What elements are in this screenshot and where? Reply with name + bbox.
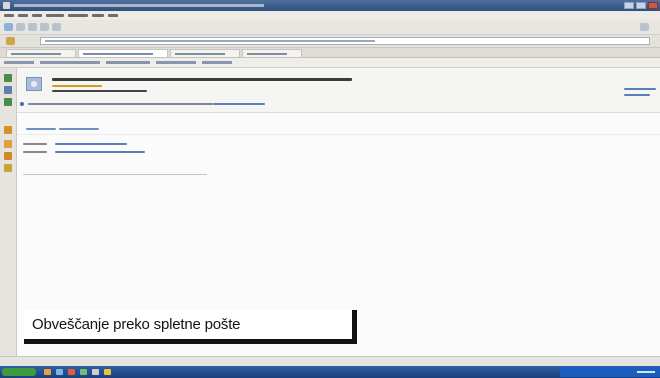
field-value-link[interactable] — [55, 151, 145, 153]
stop-button[interactable] — [40, 23, 49, 31]
message-subject — [52, 78, 352, 81]
close-button[interactable] — [648, 2, 658, 9]
window-titlebar — [0, 0, 660, 11]
divider — [23, 174, 207, 175]
menu-help[interactable] — [108, 14, 118, 17]
forward-link[interactable] — [624, 94, 650, 96]
sender-avatar — [26, 77, 42, 91]
info-text — [28, 103, 213, 105]
menu-history[interactable] — [46, 14, 64, 17]
folder-icon[interactable] — [4, 164, 12, 172]
message-date — [52, 90, 147, 92]
site-identity-icon[interactable] — [6, 37, 15, 45]
taskbar-clock — [637, 371, 655, 373]
info-icon — [20, 102, 24, 106]
url-input[interactable] — [40, 37, 650, 45]
bookmark-item[interactable] — [106, 61, 150, 64]
browser-toolbar — [0, 20, 660, 35]
caption-box: Obveščanje preko spletne pošte — [24, 310, 357, 344]
tab-2-label — [83, 53, 153, 55]
browser-app-icon — [3, 2, 10, 9]
left-sidebar — [0, 68, 17, 356]
minimize-button[interactable] — [624, 2, 634, 9]
bookmark-item[interactable] — [202, 61, 232, 64]
field-label — [23, 143, 47, 145]
address-bar — [0, 35, 660, 48]
menu-edit[interactable] — [18, 14, 28, 17]
taskbar-app-icon[interactable] — [104, 369, 111, 375]
back-button[interactable] — [4, 23, 13, 31]
folder-icon[interactable] — [4, 140, 12, 148]
action-link[interactable] — [59, 128, 99, 130]
tab-4-label — [247, 53, 287, 55]
taskbar-app-icon[interactable] — [92, 369, 99, 375]
bookmark-item[interactable] — [40, 61, 100, 64]
field-value-link[interactable] — [55, 143, 127, 145]
message-header — [17, 68, 660, 113]
windows-taskbar — [0, 366, 660, 378]
contacts-icon[interactable] — [4, 86, 12, 94]
folder-icon[interactable] — [4, 152, 12, 160]
field-label — [23, 151, 47, 153]
message-sender[interactable] — [52, 85, 102, 87]
tab-3[interactable] — [170, 49, 240, 57]
taskbar-app-icon[interactable] — [80, 369, 87, 375]
forward-button[interactable] — [16, 23, 25, 31]
bookmark-item[interactable] — [4, 61, 34, 64]
bookmarks-bar — [0, 58, 660, 68]
caption-text: Obveščanje preko spletne pošte — [32, 316, 241, 333]
window-title — [14, 4, 264, 7]
action-link[interactable] — [26, 128, 56, 130]
status-bar — [0, 356, 660, 366]
menu-file[interactable] — [4, 14, 14, 17]
tab-1[interactable] — [6, 49, 76, 57]
message-actions — [17, 125, 660, 135]
calendar-icon[interactable] — [4, 98, 12, 106]
reload-button[interactable] — [28, 23, 37, 31]
home-button[interactable] — [52, 23, 61, 31]
notification-icon[interactable] — [4, 126, 12, 134]
system-tray — [560, 367, 660, 377]
menu-tools[interactable] — [92, 14, 104, 17]
toolbar-menu-button[interactable] — [640, 23, 649, 31]
tab-bar — [0, 48, 660, 58]
taskbar-app-icon[interactable] — [68, 369, 75, 375]
bookmark-item[interactable] — [156, 61, 196, 64]
info-link[interactable] — [213, 103, 265, 105]
tab-1-label — [11, 53, 61, 55]
start-button[interactable] — [2, 368, 36, 376]
taskbar-app-icon[interactable] — [44, 369, 51, 375]
menu-view[interactable] — [32, 14, 42, 17]
url-text — [45, 40, 375, 42]
tab-3-label — [175, 53, 225, 55]
taskbar-app-icon[interactable] — [56, 369, 63, 375]
maximize-button[interactable] — [636, 2, 646, 9]
mail-folder-icon[interactable] — [4, 74, 12, 82]
reply-link[interactable] — [624, 88, 656, 90]
menu-bookmarks[interactable] — [68, 14, 88, 17]
tab-2-active[interactable] — [78, 49, 168, 57]
tab-4[interactable] — [242, 49, 302, 57]
